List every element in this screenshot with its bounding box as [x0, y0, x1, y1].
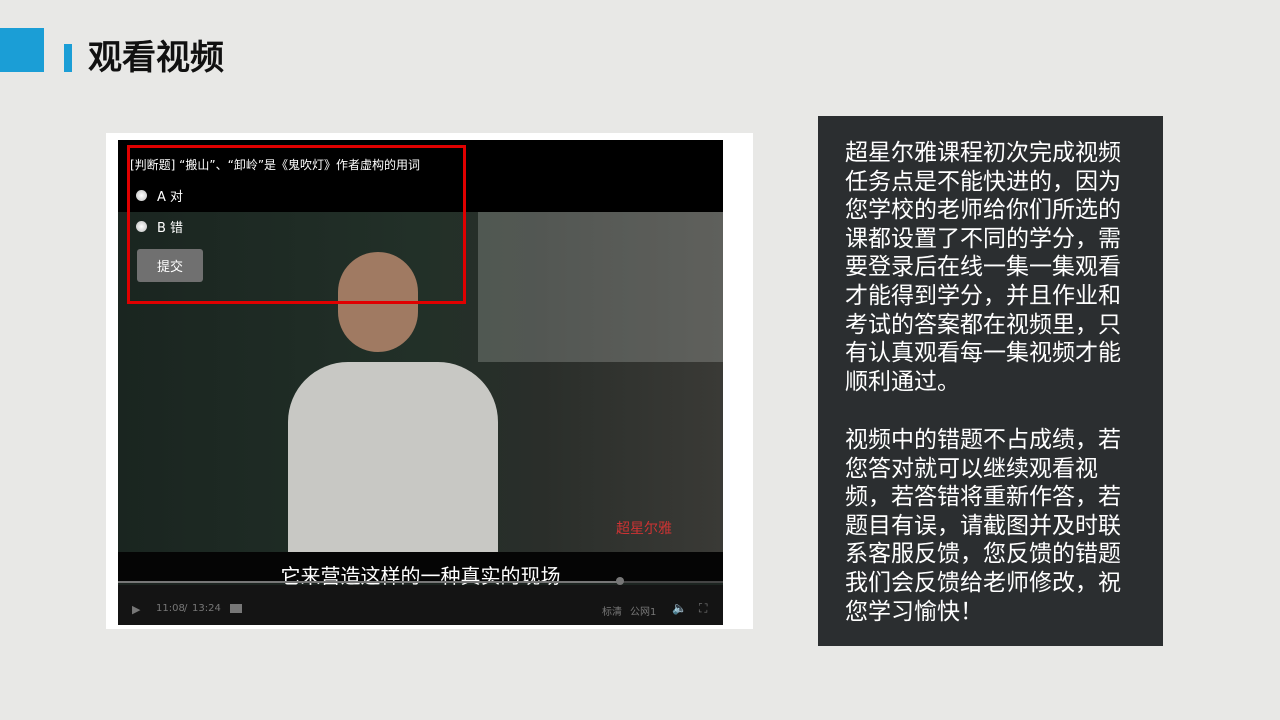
line-button[interactable]: 公网1 [630, 603, 656, 618]
accent-bar [64, 44, 72, 72]
accent-block [0, 28, 44, 72]
info-paragraph-1: 超星尔雅课程初次完成视频任务点是不能快进的，因为您学校的老师给你们所选的课都设置… [845, 140, 1121, 395]
info-panel: 超星尔雅课程初次完成视频任务点是不能快进的，因为您学校的老师给你们所选的课都设置… [818, 116, 1163, 646]
control-bar: ▶ 11:08 / 13:24 标清 公网1 🔈 ⛶ [118, 585, 723, 625]
page-title: 观看视频 [88, 38, 224, 78]
quiz-highlight-box [127, 145, 466, 304]
play-icon[interactable]: ▶ [132, 603, 140, 616]
watermark-logo: 超星尔雅 [616, 521, 672, 537]
fullscreen-icon[interactable]: ⛶ [699, 601, 707, 616]
info-paragraph-2: 视频中的错题不占成绩，若您答对就可以继续观看视频，若答错将重新作答，若题目有误，… [845, 427, 1121, 625]
quality-button[interactable]: 标清 [602, 603, 622, 618]
blackboard [478, 212, 723, 362]
volume-icon[interactable]: 🔈 [672, 601, 687, 615]
duration: 13:24 [192, 603, 221, 614]
current-time: 11:08 [156, 603, 185, 614]
time-separator: / [184, 603, 188, 614]
progress-bar[interactable] [118, 581, 723, 583]
subtitle-toggle-icon[interactable] [230, 604, 242, 613]
